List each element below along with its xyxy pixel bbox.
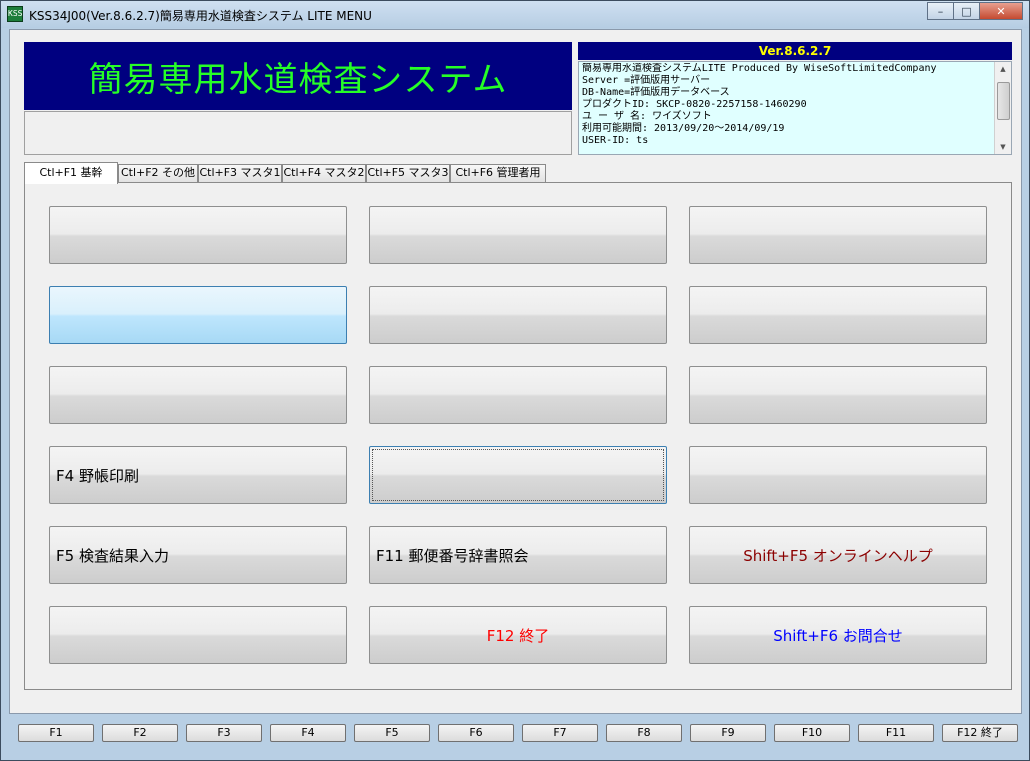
- menu-button-r3c3[interactable]: [689, 366, 987, 424]
- postal-code-lookup-button[interactable]: F11 郵便番号辞書照会: [369, 526, 667, 584]
- system-info-lines: 簡易専用水道検査システムLITE Produced By WiseSoftLim…: [582, 63, 994, 147]
- inspection-result-entry-button[interactable]: F5 検査結果入力: [49, 526, 347, 584]
- info-line: 簡易専用水道検査システムLITE Produced By WiseSoftLim…: [582, 63, 937, 74]
- info-line: DB-Name=評価版用データベース: [582, 87, 730, 98]
- close-button[interactable]: ✕: [979, 2, 1023, 20]
- menu-button-r3c2[interactable]: [369, 366, 667, 424]
- banner-title: 簡易専用水道検査システム: [88, 59, 508, 100]
- info-line: USER-ID: ts: [582, 135, 649, 146]
- menu-button-r4c2[interactable]: [369, 446, 667, 504]
- minimize-button[interactable]: –: [927, 2, 953, 20]
- client-area: 簡易専用水道検査システム Ver.8.6.2.7 簡易専用水道検査システムLIT…: [9, 29, 1022, 714]
- field-book-print-button[interactable]: F4 野帳印刷: [49, 446, 347, 504]
- message-panel: [24, 111, 572, 155]
- scroll-down-icon[interactable]: ▼: [995, 140, 1011, 154]
- menu-button-r2c3[interactable]: [689, 286, 987, 344]
- title-bar[interactable]: KSS KSS34J00(Ver.8.6.2.7)簡易専用水道検査システム LI…: [1, 1, 1029, 28]
- menu-button-r2c2[interactable]: [369, 286, 667, 344]
- fkey-f3-button[interactable]: F3: [186, 724, 262, 742]
- fkey-f12-exit-button[interactable]: F12 終了: [942, 724, 1018, 742]
- minimize-icon: –: [937, 4, 944, 18]
- close-icon: ✕: [996, 4, 1006, 18]
- scroll-up-icon[interactable]: ▲: [995, 62, 1011, 76]
- app-icon[interactable]: KSS: [7, 6, 23, 22]
- menu-button-r1c1[interactable]: [49, 206, 347, 264]
- fkey-f7-button[interactable]: F7: [522, 724, 598, 742]
- system-info-box[interactable]: 簡易専用水道検査システムLITE Produced By WiseSoftLim…: [578, 61, 1012, 155]
- version-label: Ver.8.6.2.7: [578, 42, 1012, 60]
- fkey-f2-button[interactable]: F2: [102, 724, 178, 742]
- app-window: KSS KSS34J00(Ver.8.6.2.7)簡易専用水道検査システム LI…: [0, 0, 1030, 761]
- window-title: KSS34J00(Ver.8.6.2.7)簡易専用水道検査システム LITE M…: [29, 9, 372, 23]
- function-key-bar: F1 F2 F3 F4 F5 F6 F7 F8 F9 F10 F11 F12 終…: [11, 721, 1023, 745]
- scroll-thumb[interactable]: [997, 82, 1010, 120]
- fkey-f6-button[interactable]: F6: [438, 724, 514, 742]
- contact-button[interactable]: Shift+F6 お問合せ: [689, 606, 987, 664]
- tab-panel-kikan: F4 野帳印刷 F5 検査結果入力 F11 郵便番号辞書照会 Shift+F5 …: [24, 182, 1012, 690]
- fkey-f5-button[interactable]: F5: [354, 724, 430, 742]
- tab-master3[interactable]: Ctl+F5 マスタ3: [366, 164, 450, 182]
- info-line: Server =評価版用サーバー: [582, 75, 711, 86]
- info-line: プロダクトID: SKCP-0820-2257158-1460290: [582, 99, 807, 110]
- info-line: 利用可能期間: 2013/09/20〜2014/09/19: [582, 123, 785, 134]
- fkey-f9-button[interactable]: F9: [690, 724, 766, 742]
- menu-button-r4c3[interactable]: [689, 446, 987, 504]
- menu-button-r2c1[interactable]: [49, 286, 347, 344]
- tab-master2[interactable]: Ctl+F4 マスタ2: [282, 164, 366, 182]
- menu-button-r6c1[interactable]: [49, 606, 347, 664]
- exit-button[interactable]: F12 終了: [369, 606, 667, 664]
- menu-button-r1c2[interactable]: [369, 206, 667, 264]
- info-line: ユ ー ザ 名: ワイズソフト: [582, 111, 712, 122]
- system-banner: 簡易専用水道検査システム: [24, 42, 572, 110]
- window-controls: – □ ✕: [927, 2, 1023, 22]
- menu-button-r3c1[interactable]: [49, 366, 347, 424]
- tab-admin[interactable]: Ctl+F6 管理者用: [450, 164, 546, 182]
- menu-button-r1c3[interactable]: [689, 206, 987, 264]
- fkey-f10-button[interactable]: F10: [774, 724, 850, 742]
- online-help-button[interactable]: Shift+F5 オンラインヘルプ: [689, 526, 987, 584]
- info-scrollbar[interactable]: ▲ ▼: [994, 62, 1011, 154]
- fkey-f4-button[interactable]: F4: [270, 724, 346, 742]
- fkey-f11-button[interactable]: F11: [858, 724, 934, 742]
- fkey-f8-button[interactable]: F8: [606, 724, 682, 742]
- tab-sonota[interactable]: Ctl+F2 その他: [118, 164, 198, 182]
- fkey-f1-button[interactable]: F1: [18, 724, 94, 742]
- maximize-icon: □: [961, 4, 972, 18]
- maximize-button[interactable]: □: [953, 2, 979, 20]
- tab-kikan[interactable]: Ctl+F1 基幹: [24, 162, 118, 184]
- tab-master1[interactable]: Ctl+F3 マスタ1: [198, 164, 282, 182]
